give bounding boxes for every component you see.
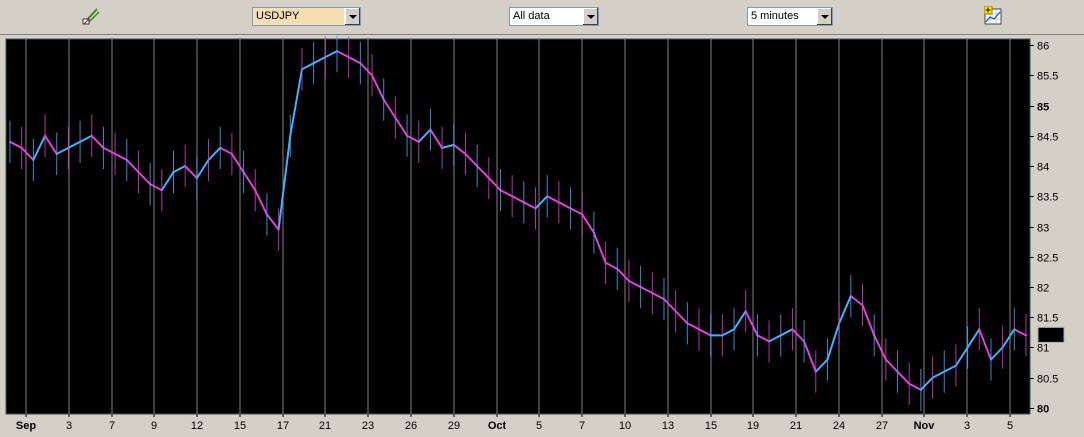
y-tick-label: 86 [1037,41,1049,53]
x-tick-label: 5 [1007,420,1013,432]
x-tick-label: 7 [109,420,115,432]
symbol-select[interactable]: USDJPY [252,7,361,26]
x-tick-label: 17 [277,420,289,432]
x-tick-label: Oct [488,420,507,432]
x-tick-label: 26 [405,420,417,432]
toolbar: USDJPY All data 5 minutes [0,0,1084,34]
x-tick-label: 9 [151,420,157,432]
last-price-marker: 81.2 [1037,326,1065,343]
drawing-tools-icon[interactable] [80,5,102,27]
y-tick-label: 85 [1037,102,1049,114]
x-tick-label: 24 [833,420,845,432]
symbol-select-value: USDJPY [253,8,344,25]
plot-area [5,38,1031,415]
y-tick-label: 80.5 [1037,374,1058,386]
x-tick-label: 13 [662,420,674,432]
x-tick-label: 19 [747,420,759,432]
range-select[interactable]: All data [509,7,599,26]
y-tick-label: 85.5 [1037,71,1058,83]
y-tick-label: 84.5 [1037,132,1058,144]
chevron-down-icon[interactable] [344,8,360,25]
y-tick-label: 80 [1037,404,1049,416]
x-tick-label: 27 [876,420,888,432]
interval-select[interactable]: 5 minutes [747,7,833,26]
y-tick-label: 81 [1037,343,1049,355]
x-tick-label: 3 [964,420,970,432]
chart-panel: 86 85.5 85 84.5 84 83.5 83 82.5 82 81.5 81 80.5 80 S… [0,34,1084,436]
y-tick-label: 84 [1037,162,1049,174]
x-tick-label: 21 [319,420,331,432]
x-tick-label: 10 [619,420,631,432]
y-tick-label: 82.5 [1037,253,1058,265]
x-tick-label: 12 [191,420,203,432]
interval-select-value: 5 minutes [751,10,799,22]
x-axis: Sep 3 7 9 12 15 17 21 23 26 29 Oct 5 7 10 13 15 19 21 24 27 N… [16,414,1013,432]
x-tick-label: Sep [16,420,36,432]
x-tick-label: 3 [66,420,72,432]
x-tick-label: 7 [579,420,585,432]
y-tick-label: 81.5 [1037,313,1058,325]
x-tick-label: 5 [536,420,542,432]
y-tick-label: 82 [1037,283,1049,295]
x-tick-label: Nov [914,420,936,432]
last-price-label: 81.2 [1041,330,1062,342]
y-tick-label: 83.5 [1037,192,1058,204]
y-axis: 86 85.5 85 84.5 84 83.5 83 82.5 82 81.5 81 80.5 80 [1030,41,1058,416]
chart-settings-icon[interactable] [983,5,1006,28]
chevron-down-icon[interactable] [582,8,598,25]
range-select-value: All data [513,10,550,22]
chevron-down-icon[interactable] [816,8,832,25]
price-chart[interactable]: 86 85.5 85 84.5 84 83.5 83 82.5 82 81.5 81 80.5 80 S… [0,35,1084,437]
x-tick-label: 29 [448,420,460,432]
x-tick-label: 23 [362,420,374,432]
y-tick-label: 83 [1037,223,1049,235]
x-tick-label: 21 [790,420,802,432]
x-tick-label: 15 [234,420,246,432]
x-tick-label: 15 [705,420,717,432]
